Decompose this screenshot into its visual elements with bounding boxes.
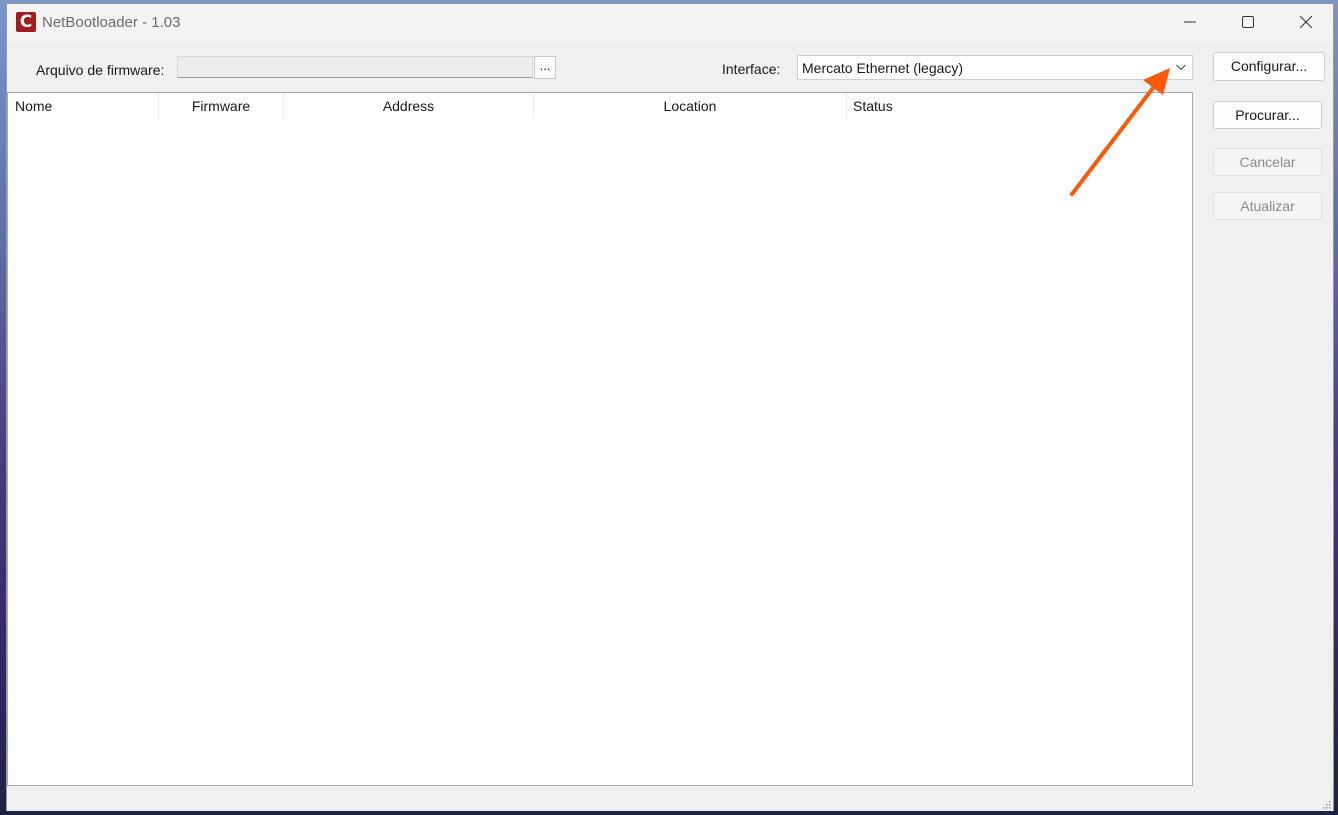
devices-table[interactable]: Nome Firmware Address Location Status — [7, 92, 1193, 786]
minimize-icon — [1184, 21, 1196, 23]
app-window: C NetBootloader - 1.03 Arquivo de firmwa… — [6, 3, 1334, 811]
column-header-location[interactable]: Location — [534, 93, 847, 119]
interface-label: Interface: — [722, 61, 781, 77]
column-header-address[interactable]: Address — [284, 93, 534, 119]
firmware-file-input[interactable] — [177, 56, 533, 78]
status-bar — [7, 787, 1333, 811]
app-logo-icon: C — [16, 12, 36, 32]
minimize-button[interactable] — [1161, 4, 1219, 40]
title-bar[interactable]: C NetBootloader - 1.03 — [7, 4, 1333, 42]
refresh-button[interactable]: Atualizar — [1213, 192, 1322, 220]
resize-grip-icon[interactable] — [1321, 799, 1331, 809]
interface-selected-value: Mercato Ethernet (legacy) — [802, 60, 964, 76]
configure-button[interactable]: Configurar... — [1213, 52, 1325, 81]
firmware-file-label: Arquivo de firmware: — [36, 62, 165, 78]
maximize-icon — [1242, 16, 1254, 28]
column-header-firmware[interactable]: Firmware — [159, 93, 284, 119]
table-header: Nome Firmware Address Location Status — [8, 93, 1192, 119]
browse-firmware-button[interactable]: ... — [534, 56, 556, 79]
column-header-status[interactable]: Status — [847, 93, 1192, 119]
close-button[interactable] — [1277, 4, 1335, 40]
window-title: NetBootloader - 1.03 — [42, 14, 181, 31]
cancel-button[interactable]: Cancelar — [1213, 148, 1322, 176]
chevron-down-icon — [1176, 64, 1186, 71]
interface-select[interactable]: Mercato Ethernet (legacy) — [797, 55, 1193, 80]
column-header-name[interactable]: Nome — [8, 93, 159, 119]
maximize-button[interactable] — [1219, 4, 1277, 40]
search-button[interactable]: Procurar... — [1213, 101, 1322, 129]
close-icon — [1300, 16, 1312, 28]
